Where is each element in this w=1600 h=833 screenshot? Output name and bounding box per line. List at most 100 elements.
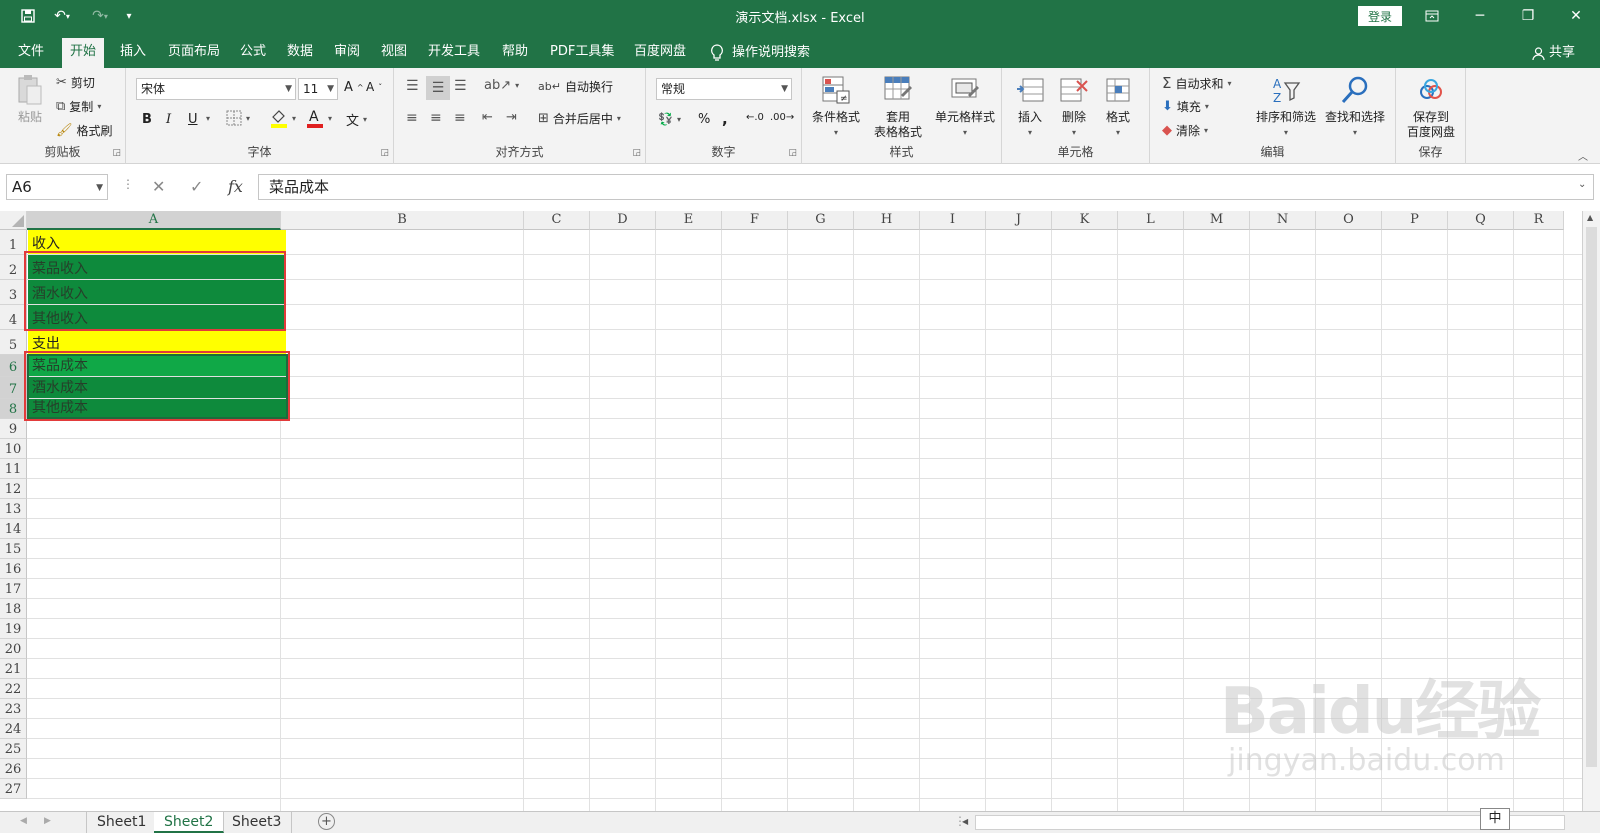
row-header-20[interactable]: 20 bbox=[0, 639, 27, 659]
bold-button[interactable]: B bbox=[142, 112, 152, 127]
format-painter-button[interactable]: 🖌 格式刷 bbox=[56, 122, 113, 139]
clear-button[interactable]: ◆ 清除 ▾ bbox=[1162, 122, 1208, 139]
decrease-decimal-icon[interactable]: .00→ bbox=[770, 112, 794, 123]
comma-style-button[interactable]: , bbox=[722, 110, 728, 128]
column-header-I[interactable]: I bbox=[920, 211, 986, 230]
column-header-E[interactable]: E bbox=[656, 211, 722, 230]
column-header-C[interactable]: C bbox=[524, 211, 590, 230]
expand-formula-bar-icon[interactable]: ⌄ bbox=[1578, 179, 1586, 190]
tab-data[interactable]: 数据 bbox=[279, 38, 321, 68]
tab-view[interactable]: 视图 bbox=[373, 38, 415, 68]
align-center-icon[interactable]: ≡ bbox=[430, 110, 442, 126]
formula-input[interactable]: 菜品成本 bbox=[258, 174, 1594, 200]
sheet-tab-sheet3[interactable]: Sheet3 bbox=[222, 812, 293, 833]
row-header-9[interactable]: 9 bbox=[0, 419, 27, 439]
tab-formulas[interactable]: 公式 bbox=[232, 38, 274, 68]
tell-me-search[interactable]: 操作说明搜索 bbox=[710, 38, 810, 68]
row-header-7[interactable]: 7 bbox=[0, 377, 27, 399]
name-box[interactable]: A6 ▼ bbox=[6, 174, 108, 200]
tab-developer[interactable]: 开发工具 bbox=[420, 38, 488, 68]
tab-file[interactable]: 文件 bbox=[10, 38, 52, 68]
row-header-24[interactable]: 24 bbox=[0, 719, 27, 739]
row-header-4[interactable]: 4 bbox=[0, 305, 27, 330]
fill-color-icon[interactable]: ▾ bbox=[270, 108, 296, 128]
clipboard-launcher-icon[interactable]: ◲ bbox=[112, 148, 121, 158]
tab-baidu-netdisk[interactable]: 百度网盘 bbox=[626, 38, 694, 68]
format-cells-button[interactable]: 格式 ▾ bbox=[1100, 74, 1136, 140]
insert-cells-button[interactable]: 插入 ▾ bbox=[1012, 74, 1048, 140]
tab-insert[interactable]: 插入 bbox=[112, 38, 154, 68]
underline-button[interactable]: U bbox=[188, 112, 198, 127]
column-header-Q[interactable]: Q bbox=[1448, 211, 1514, 230]
row-header-14[interactable]: 14 bbox=[0, 519, 27, 539]
font-size-select[interactable]: 11 ▼ bbox=[298, 78, 338, 100]
row-header-3[interactable]: 3 bbox=[0, 280, 27, 305]
column-header-P[interactable]: P bbox=[1382, 211, 1448, 230]
wrap-text-button[interactable]: ab↵ 自动换行 bbox=[538, 78, 613, 95]
fill-button[interactable]: ⬇ 填充 ▾ bbox=[1162, 98, 1209, 115]
save-to-baidu-button[interactable]: 保存到 百度网盘 bbox=[1400, 74, 1462, 140]
paste-button[interactable]: 粘贴 bbox=[12, 74, 48, 125]
accounting-format-icon[interactable]: 💱 ▾ bbox=[658, 112, 681, 126]
font-name-select[interactable]: 宋体 ▼ bbox=[136, 78, 296, 100]
column-header-G[interactable]: G bbox=[788, 211, 854, 230]
cancel-entry-icon[interactable]: ✕ bbox=[152, 177, 165, 196]
column-header-L[interactable]: L bbox=[1118, 211, 1184, 230]
row-header-17[interactable]: 17 bbox=[0, 579, 27, 599]
tab-review[interactable]: 审阅 bbox=[326, 38, 368, 68]
borders-icon[interactable]: ▾ bbox=[226, 110, 250, 126]
merge-center-button[interactable]: ⊞ 合并后居中 ▾ bbox=[538, 110, 621, 127]
select-all-corner[interactable] bbox=[0, 211, 27, 230]
vertical-scrollbar[interactable]: ▲ bbox=[1582, 211, 1600, 811]
row-header-2[interactable]: 2 bbox=[0, 255, 27, 280]
collapse-ribbon-icon[interactable]: ︿ bbox=[1578, 148, 1588, 163]
scroll-up-icon[interactable]: ▲ bbox=[1587, 213, 1593, 222]
row-header-18[interactable]: 18 bbox=[0, 599, 27, 619]
cell-styles-button[interactable]: 单元格样式 ▾ bbox=[932, 74, 998, 140]
copy-button[interactable]: ⧉ 复制 ▾ bbox=[56, 98, 101, 115]
login-button[interactable]: 登录 bbox=[1358, 6, 1402, 26]
sheet-tab-sheet1[interactable]: Sheet1 bbox=[86, 812, 158, 833]
share-button[interactable]: 共享 bbox=[1532, 38, 1575, 68]
orientation-icon[interactable]: ab↗ ▾ bbox=[484, 78, 519, 93]
row-header-23[interactable]: 23 bbox=[0, 699, 27, 719]
column-header-D[interactable]: D bbox=[590, 211, 656, 230]
column-header-H[interactable]: H bbox=[854, 211, 920, 230]
tab-page-layout[interactable]: 页面布局 bbox=[160, 38, 228, 68]
font-color-icon[interactable]: A ▾ bbox=[306, 108, 332, 128]
scroll-left-icon[interactable]: ◀ bbox=[962, 817, 968, 826]
row-header-26[interactable]: 26 bbox=[0, 759, 27, 779]
column-header-J[interactable]: J bbox=[986, 211, 1052, 230]
percent-button[interactable]: % bbox=[698, 112, 710, 127]
number-format-select[interactable]: 常规 ▼ bbox=[656, 78, 792, 100]
column-header-B[interactable]: B bbox=[281, 211, 524, 230]
conditional-formatting-button[interactable]: ≠ 条件格式 ▾ bbox=[806, 74, 866, 140]
shrink-font-icon[interactable]: Aˇ bbox=[366, 80, 382, 94]
cut-button[interactable]: ✂ 剪切 bbox=[56, 74, 95, 91]
number-launcher-icon[interactable]: ◲ bbox=[788, 148, 797, 158]
tab-help[interactable]: 帮助 bbox=[494, 38, 536, 68]
row-header-11[interactable]: 11 bbox=[0, 459, 27, 479]
row-header-12[interactable]: 12 bbox=[0, 479, 27, 499]
row-header-21[interactable]: 21 bbox=[0, 659, 27, 679]
grow-font-icon[interactable]: A ^ bbox=[344, 80, 364, 95]
row-header-10[interactable]: 10 bbox=[0, 439, 27, 459]
align-top-icon[interactable]: ☰ bbox=[406, 78, 419, 94]
column-header-A[interactable]: A bbox=[27, 211, 281, 230]
restore-icon[interactable]: ❐ bbox=[1508, 4, 1548, 28]
column-header-K[interactable]: K bbox=[1052, 211, 1118, 230]
delete-cells-button[interactable]: 删除 ▾ bbox=[1056, 74, 1092, 140]
minimize-icon[interactable]: ─ bbox=[1460, 4, 1500, 28]
close-icon[interactable]: ✕ bbox=[1556, 4, 1596, 28]
align-bottom-icon[interactable]: ☰ bbox=[454, 78, 467, 94]
align-right-icon[interactable]: ≡ bbox=[454, 110, 466, 126]
tab-home[interactable]: 开始 bbox=[62, 38, 105, 68]
increase-indent-icon[interactable]: ⇥ bbox=[506, 110, 517, 125]
increase-decimal-icon[interactable]: ←.0 bbox=[746, 112, 764, 123]
row-header-5[interactable]: 5 bbox=[0, 330, 27, 355]
add-sheet-icon[interactable]: + bbox=[318, 813, 335, 830]
format-as-table-button[interactable]: 套用 表格格式 bbox=[866, 74, 930, 140]
underline-dropdown-icon[interactable]: ▾ bbox=[206, 114, 210, 123]
row-header-8[interactable]: 8 bbox=[0, 399, 27, 419]
prev-sheet-icon[interactable]: ◀ bbox=[20, 816, 27, 826]
